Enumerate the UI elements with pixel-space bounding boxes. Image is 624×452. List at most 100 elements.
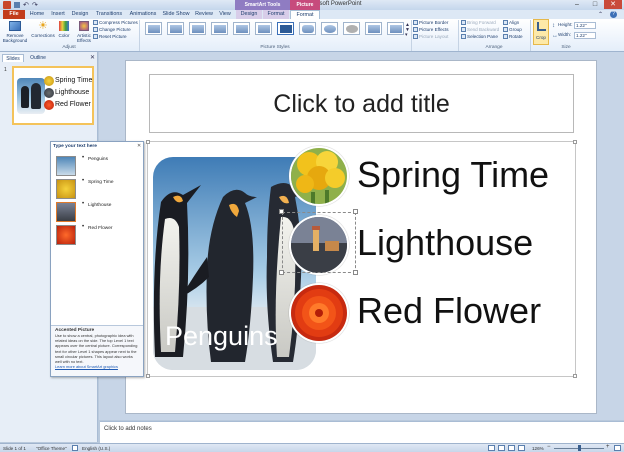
text-pane-item[interactable]: Penguins bbox=[88, 157, 108, 162]
thumb-circle-3 bbox=[44, 100, 54, 110]
minimize-ribbon-icon[interactable]: ⌃ bbox=[598, 11, 603, 18]
selected-picture-outline[interactable] bbox=[282, 212, 356, 273]
slide-sorter-icon[interactable] bbox=[498, 445, 505, 451]
bring-forward-button[interactable]: Bring Forward bbox=[461, 20, 496, 26]
text-pane-item[interactable]: Lighthouse bbox=[88, 203, 111, 208]
resize-handle[interactable] bbox=[573, 140, 577, 144]
picture-style-8[interactable] bbox=[299, 22, 316, 35]
tab-home[interactable]: Home bbox=[27, 10, 47, 19]
text-pane-picture-flower[interactable] bbox=[56, 225, 76, 245]
ribbon: Remove Background ☀ Corrections Color Ar… bbox=[0, 19, 624, 52]
rotate-button[interactable]: Rotate bbox=[503, 34, 523, 40]
tab-review[interactable]: Review bbox=[193, 10, 215, 19]
tab-animations[interactable]: Animations bbox=[127, 10, 159, 19]
slide-thumbnail[interactable]: Spring Time Lighthouse Red Flower bbox=[12, 66, 94, 125]
text-pane-picture-lighthouse[interactable] bbox=[56, 202, 76, 222]
spring-time-picture[interactable] bbox=[289, 146, 349, 206]
picture-style-12[interactable] bbox=[387, 22, 404, 35]
artistic-effects-button[interactable]: Artistic Effects bbox=[73, 21, 95, 45]
picture-style-4[interactable] bbox=[211, 22, 228, 35]
text-pane-item[interactable]: Red Flower bbox=[88, 226, 113, 231]
red-flower-picture[interactable] bbox=[289, 283, 349, 343]
corrections-button[interactable]: ☀ Corrections bbox=[31, 21, 55, 45]
lighthouse-label[interactable]: Lighthouse bbox=[357, 222, 533, 264]
text-pane-picture-spring[interactable] bbox=[56, 179, 76, 199]
picture-style-9[interactable] bbox=[321, 22, 338, 35]
red-flower-label[interactable]: Red Flower bbox=[357, 290, 541, 332]
tulips-image bbox=[291, 148, 347, 204]
group-button[interactable]: Group bbox=[503, 27, 522, 33]
text-pane-item[interactable]: Spring Time bbox=[88, 180, 114, 185]
thumb-item-3: Red Flower bbox=[55, 101, 91, 108]
resize-handle[interactable] bbox=[279, 209, 284, 214]
spelling-icon[interactable] bbox=[72, 445, 78, 451]
crop-button[interactable]: Crop bbox=[533, 19, 549, 45]
learn-more-link[interactable]: Learn more about SmartArt graphics bbox=[55, 364, 139, 369]
more-styles-icon[interactable]: ▲ ▼ ▾ bbox=[405, 23, 410, 38]
notes-pane[interactable]: Click to add notes bbox=[100, 421, 624, 443]
spring-time-label[interactable]: Spring Time bbox=[357, 154, 549, 196]
remove-background-button[interactable]: Remove Background bbox=[2, 21, 28, 45]
resize-handle[interactable] bbox=[353, 209, 358, 214]
picture-border-button[interactable]: Picture Border bbox=[413, 20, 448, 26]
height-icon: ↕ bbox=[552, 23, 555, 29]
tab-picture-format[interactable]: Format bbox=[290, 10, 320, 19]
tab-insert[interactable]: Insert bbox=[48, 10, 68, 19]
picture-style-3[interactable] bbox=[189, 22, 206, 35]
corrections-icon: ☀ bbox=[38, 20, 48, 32]
color-button[interactable]: Color bbox=[56, 21, 72, 45]
picture-style-11[interactable] bbox=[365, 22, 382, 35]
zoom-out-icon[interactable]: − bbox=[547, 444, 551, 450]
zoom-slider-thumb[interactable] bbox=[578, 445, 581, 451]
picture-effects-button[interactable]: Picture Effects bbox=[413, 27, 449, 33]
tab-file[interactable]: File bbox=[3, 10, 25, 19]
red-flower-image bbox=[291, 285, 347, 341]
reset-picture-button[interactable]: Reset Picture bbox=[93, 34, 127, 40]
slide-show-icon[interactable] bbox=[518, 445, 525, 451]
normal-view-icon[interactable] bbox=[488, 445, 495, 451]
close-pane-icon[interactable]: ✕ bbox=[90, 54, 95, 61]
send-backward-button[interactable]: Send Backward bbox=[461, 27, 499, 33]
help-icon[interactable]: ? bbox=[610, 11, 617, 18]
smartart-text-pane: Type your text here ✕ • Penguins • Sprin… bbox=[50, 141, 144, 377]
language[interactable]: English (U.S.) bbox=[82, 445, 110, 452]
close-text-pane-icon[interactable]: ✕ bbox=[137, 143, 141, 149]
thumb-item-2: Lighthouse bbox=[55, 89, 90, 96]
picture-layout-button[interactable]: Picture Layout bbox=[413, 34, 448, 40]
close-button[interactable]: ✕ bbox=[604, 0, 622, 9]
reading-view-icon[interactable] bbox=[508, 445, 515, 451]
resize-handle[interactable] bbox=[573, 374, 577, 378]
tab-view[interactable]: View bbox=[216, 10, 234, 19]
maximize-button[interactable]: □ bbox=[586, 0, 604, 9]
picture-style-6[interactable] bbox=[255, 22, 272, 35]
picture-style-1[interactable] bbox=[145, 22, 162, 35]
tab-design[interactable]: Design bbox=[69, 10, 91, 19]
slides-tab[interactable]: Slides bbox=[2, 54, 24, 62]
tab-smartart-format[interactable]: Format bbox=[263, 10, 289, 19]
selection-pane-button[interactable]: Selection Pane bbox=[461, 34, 498, 40]
smartart-tools-header: SmartArt Tools bbox=[235, 0, 290, 10]
picture-style-5[interactable] bbox=[233, 22, 250, 35]
minimize-button[interactable]: – bbox=[568, 0, 586, 9]
zoom-level[interactable]: 126% bbox=[532, 445, 544, 452]
resize-handle[interactable] bbox=[146, 140, 150, 144]
resize-handle[interactable] bbox=[146, 374, 150, 378]
picture-style-10[interactable] bbox=[343, 22, 360, 35]
fit-to-window-icon[interactable] bbox=[614, 445, 621, 451]
height-input[interactable]: 1.22" bbox=[574, 22, 596, 29]
text-pane-picture-penguins[interactable] bbox=[56, 156, 76, 176]
resize-handle[interactable] bbox=[279, 270, 284, 275]
title-placeholder[interactable]: Click to add title bbox=[149, 74, 574, 133]
compress-pictures-button[interactable]: Compress Pictures bbox=[93, 20, 138, 26]
change-picture-button[interactable]: Change Picture bbox=[93, 27, 131, 33]
align-button[interactable]: Align bbox=[503, 20, 519, 26]
tab-transitions[interactable]: Transitions bbox=[93, 10, 125, 19]
resize-handle[interactable] bbox=[353, 270, 358, 275]
tab-slide-show[interactable]: Slide Show bbox=[161, 10, 191, 19]
picture-style-7[interactable] bbox=[277, 22, 294, 35]
width-input[interactable]: 1.22" bbox=[574, 32, 596, 39]
zoom-in-icon[interactable]: + bbox=[606, 444, 610, 450]
outline-tab[interactable]: Outline bbox=[26, 54, 50, 62]
picture-style-2[interactable] bbox=[167, 22, 184, 35]
tab-smartart-design[interactable]: Design bbox=[236, 10, 262, 19]
